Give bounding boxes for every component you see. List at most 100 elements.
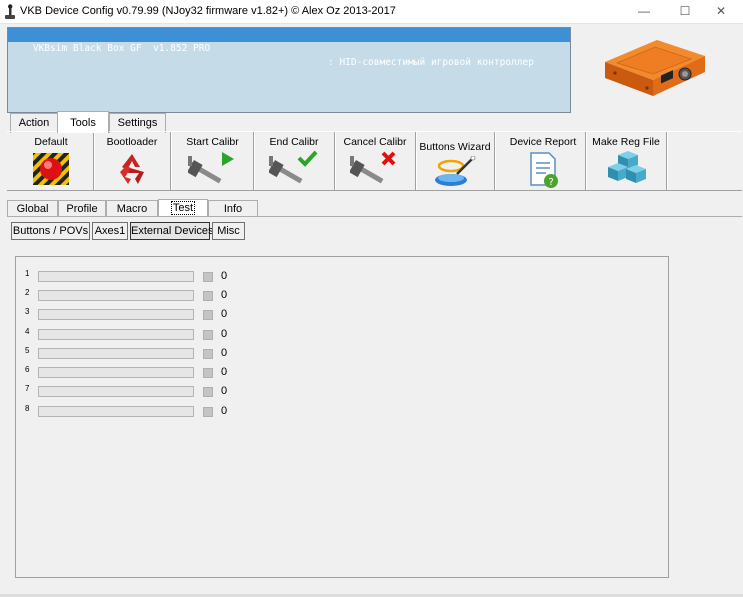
external-device-row: 2 0 (16, 288, 256, 304)
external-device-row: 1 0 (16, 269, 256, 285)
toolbar-separator (253, 132, 255, 190)
device-status-indicator (203, 310, 213, 320)
device-value: 0 (221, 347, 228, 359)
device-number: 6 (25, 365, 30, 374)
device-number: 7 (25, 384, 30, 393)
end-calibr-button[interactable]: End Calibr (256, 132, 332, 190)
device-value: 0 (221, 328, 228, 340)
caliper-cancel-icon (350, 151, 396, 184)
report-document-icon: ? (530, 152, 558, 188)
device-value: 0 (221, 270, 228, 282)
make-reg-file-label: Make Reg File (592, 136, 660, 148)
device-value: 0 (221, 366, 228, 378)
device-name: VKBsim Black Box GF v1.852 PRO (32, 43, 211, 54)
window-title: VKB Device Config v0.79.99 (NJoy32 firmw… (20, 5, 396, 17)
end-calibr-label: End Calibr (269, 136, 319, 148)
device-value-bar (38, 367, 194, 378)
device-status-indicator (203, 330, 213, 340)
red-button-icon (33, 153, 69, 185)
caliper-check-icon (269, 150, 318, 184)
device-number: 2 (25, 288, 30, 297)
caliper-start-icon (187, 152, 234, 184)
device-value-bar (38, 386, 194, 397)
tab-global[interactable]: Global (7, 200, 58, 217)
external-device-row: 6 0 (16, 365, 256, 381)
sub-tab-divider (7, 216, 742, 217)
device-number: 4 (25, 327, 30, 336)
registry-cubes-icon (608, 151, 646, 183)
external-device-row: 3 0 (16, 307, 256, 323)
device-number: 3 (25, 307, 30, 316)
toolbar-separator (415, 132, 417, 190)
toolbar-separator (666, 132, 668, 190)
toolbar-separator (585, 132, 587, 190)
tab-profile[interactable]: Profile (58, 200, 106, 217)
toolbar-separator (494, 132, 496, 190)
buttons-wizard-label: Buttons Wizard (419, 141, 491, 153)
bootloader-label: Bootloader (106, 136, 158, 148)
device-value-bar (38, 309, 194, 320)
device-value-bar (38, 329, 194, 340)
title-bar: VKB Device Config v0.79.99 (NJoy32 firmw… (0, 0, 743, 24)
device-value: 0 (221, 308, 228, 320)
tab-test-label: Test (170, 201, 196, 215)
device-value-bar (38, 348, 194, 359)
device-status-indicator (203, 407, 213, 417)
buttons-wizard-button[interactable]: Buttons Wizard (418, 132, 492, 190)
default-button[interactable]: Default (12, 132, 90, 190)
make-reg-file-button[interactable]: Make Reg File (588, 132, 664, 190)
axes1-button[interactable]: Axes1 (92, 222, 128, 240)
default-label: Default (34, 136, 68, 148)
device-value: 0 (221, 385, 228, 397)
buttons-povs-button[interactable]: Buttons / POVs (11, 222, 90, 240)
minimize-button[interactable]: — (624, 0, 664, 24)
close-button[interactable]: ✕ (701, 0, 741, 24)
device-value-bar (38, 271, 194, 282)
device-list[interactable]: VKBsim Black Box GF v1.852 PRO : HID-сов… (7, 27, 571, 113)
external-device-row: 7 0 (16, 384, 256, 400)
external-device-row: 8 0 (16, 404, 256, 420)
device-picture (605, 40, 705, 96)
device-status-indicator (203, 291, 213, 301)
device-list-item[interactable]: VKBsim Black Box GF v1.852 PRO : HID-сов… (8, 28, 570, 68)
device-status-indicator (203, 387, 213, 397)
tab-action[interactable]: Action (10, 113, 58, 133)
device-value: 0 (221, 289, 228, 301)
joystick-app-icon (5, 4, 15, 19)
device-status-indicator (203, 272, 213, 282)
tab-test[interactable]: Test (158, 199, 208, 217)
tab-info[interactable]: Info (208, 200, 258, 217)
device-value-bar (38, 406, 194, 417)
magic-wand-icon (435, 156, 476, 186)
tools-toolbar: Default Bootloader Start Calibr End Cali… (7, 131, 742, 191)
device-description: : HID-совместимый игровой контроллер (328, 57, 534, 68)
toolbar-separator (93, 132, 95, 190)
device-value: 0 (221, 405, 228, 417)
bootloader-button[interactable]: Bootloader (96, 132, 168, 190)
external-devices-panel: 1 0 2 0 3 0 4 0 5 0 6 0 7 0 8 0 (15, 256, 669, 578)
device-status-indicator (203, 368, 213, 378)
recycle-icon (120, 154, 144, 184)
tab-settings[interactable]: Settings (109, 113, 166, 133)
device-value-bar (38, 290, 194, 301)
maximize-button[interactable]: ☐ (665, 0, 705, 24)
device-number: 8 (25, 404, 30, 413)
device-report-label: Device Report (509, 136, 577, 148)
device-report-button[interactable]: Device Report ? (503, 132, 583, 190)
misc-button[interactable]: Misc (212, 222, 245, 240)
svg-text:?: ? (549, 177, 554, 188)
device-number: 1 (25, 269, 30, 278)
start-calibr-button[interactable]: Start Calibr (173, 132, 252, 190)
cancel-calibr-button[interactable]: Cancel Calibr (337, 132, 413, 190)
toolbar-separator (334, 132, 336, 190)
external-devices-button[interactable]: External Devices (130, 222, 214, 240)
external-device-row: 5 0 (16, 346, 256, 362)
start-calibr-label: Start Calibr (186, 136, 239, 148)
toolbar-separator (170, 132, 172, 190)
device-number: 5 (25, 346, 30, 355)
tab-tools[interactable]: Tools (57, 111, 109, 133)
device-status-indicator (203, 349, 213, 359)
tab-macro[interactable]: Macro (106, 200, 158, 217)
external-device-row: 4 0 (16, 327, 256, 343)
cancel-calibr-label: Cancel Calibr (343, 136, 407, 148)
